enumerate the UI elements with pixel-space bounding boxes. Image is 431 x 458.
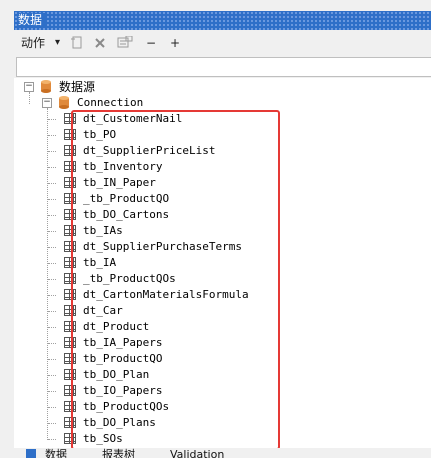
collapse-icon[interactable]: − bbox=[42, 98, 52, 108]
tab-report-tree[interactable]: 报表树 bbox=[102, 449, 135, 458]
tree-connector bbox=[48, 279, 56, 280]
tree-connector bbox=[48, 199, 56, 200]
expand-button[interactable]: + bbox=[170, 34, 180, 52]
titlebar-fill: 数据 bbox=[14, 11, 431, 30]
tree-connector bbox=[48, 119, 56, 120]
bottom-tab-strip: 数据 报表树 Validation bbox=[0, 448, 431, 458]
tree-connector bbox=[29, 92, 30, 104]
data-tab-icon[interactable] bbox=[26, 449, 36, 458]
connection-label: Connection bbox=[77, 96, 144, 109]
panel-title: 数据 bbox=[18, 13, 47, 28]
tree-connector bbox=[48, 151, 56, 152]
tree-connector bbox=[48, 423, 56, 424]
tree-connector bbox=[48, 407, 56, 408]
tree-connector bbox=[48, 231, 56, 232]
delete-icon[interactable] bbox=[94, 34, 106, 52]
tree-connector bbox=[48, 167, 56, 168]
tree-connector bbox=[48, 391, 56, 392]
tree-connector bbox=[48, 263, 56, 264]
collapse-icon[interactable]: − bbox=[24, 82, 34, 92]
root-label: 数据源 bbox=[59, 80, 96, 94]
toolbar: 动作 ▾ − + bbox=[0, 30, 431, 56]
panel-titlebar: 数据 bbox=[0, 0, 431, 30]
tree-connector bbox=[48, 311, 56, 312]
tree-connector bbox=[48, 135, 56, 136]
tree-connector bbox=[48, 327, 56, 328]
tree-connector bbox=[48, 343, 56, 344]
collapse-button[interactable]: − bbox=[146, 34, 156, 52]
tree-connector bbox=[48, 375, 56, 376]
tab-validation[interactable]: Validation bbox=[170, 449, 224, 458]
highlight-box bbox=[71, 110, 280, 450]
search-bar bbox=[14, 56, 431, 78]
tree-connector bbox=[48, 359, 56, 360]
left-dock-strip bbox=[0, 30, 14, 458]
tree-connector bbox=[48, 215, 56, 216]
actions-dropdown-icon[interactable]: ▾ bbox=[55, 34, 60, 52]
tab-data[interactable]: 数据 bbox=[45, 449, 67, 458]
actions-menu-button[interactable]: 动作 bbox=[21, 34, 45, 52]
database-icon bbox=[41, 80, 51, 93]
search-input[interactable] bbox=[16, 57, 431, 77]
tree-connector bbox=[48, 247, 56, 248]
new-icon[interactable] bbox=[70, 34, 84, 52]
database-icon bbox=[59, 96, 69, 109]
properties-icon[interactable] bbox=[117, 34, 133, 52]
tree-connector bbox=[48, 295, 56, 296]
tree-connector bbox=[48, 183, 56, 184]
tree-connector bbox=[48, 439, 56, 440]
